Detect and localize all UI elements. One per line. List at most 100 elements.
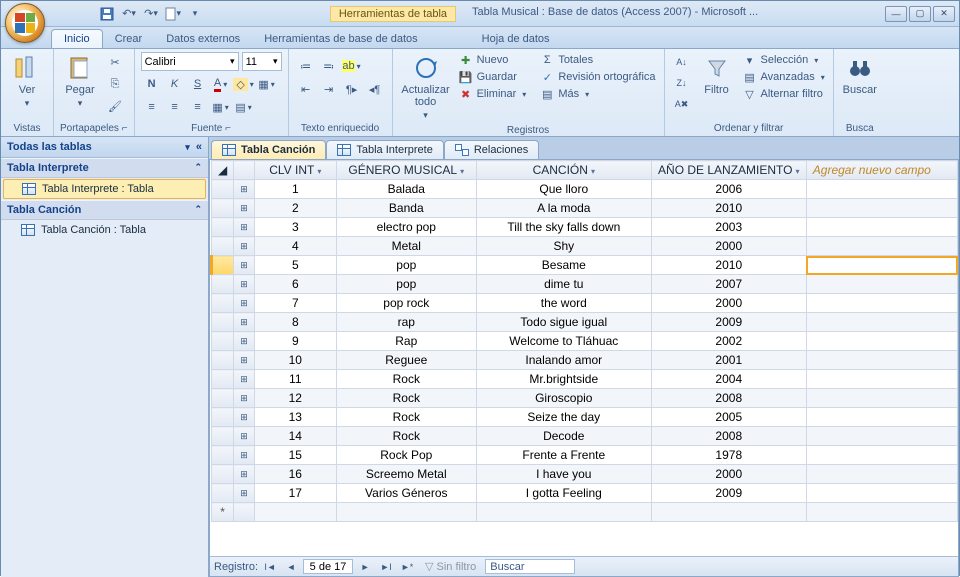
cell-genero[interactable]: Rock	[336, 389, 476, 408]
cell-clv-int[interactable]: 3	[254, 218, 336, 237]
record-position-input[interactable]	[303, 559, 353, 574]
row-header[interactable]	[212, 427, 234, 446]
table-row[interactable]: ⊞7pop rockthe word2000	[212, 294, 958, 313]
expand-button[interactable]: ⊞	[234, 294, 255, 313]
row-header[interactable]	[212, 389, 234, 408]
table-row[interactable]: ⊞1BaladaQue lloro2006	[212, 180, 958, 199]
save-icon[interactable]	[99, 6, 115, 22]
cell-clv-int[interactable]: 17	[254, 484, 336, 503]
delete-record-button[interactable]: ✖Eliminar	[457, 86, 529, 102]
clear-sort-button[interactable]: A✖	[671, 94, 693, 114]
cell-addnew[interactable]	[806, 370, 957, 389]
minimize-button[interactable]: —	[885, 6, 907, 22]
expand-button[interactable]: ⊞	[234, 256, 255, 275]
new-record-button[interactable]: ✚Nuevo	[457, 52, 529, 68]
row-header[interactable]	[212, 484, 234, 503]
cell-cancion[interactable]: the word	[476, 294, 651, 313]
expand-button[interactable]: ⊞	[234, 484, 255, 503]
cell-cancion[interactable]: Decode	[476, 427, 651, 446]
doc-tab-tabla-cancion[interactable]: Tabla Canción	[211, 140, 326, 159]
cell-addnew[interactable]	[806, 180, 957, 199]
decrease-indent-button[interactable]: ⇤	[295, 79, 317, 99]
save-record-button[interactable]: 💾Guardar	[457, 69, 529, 85]
cell-addnew[interactable]	[806, 446, 957, 465]
format-painter-icon[interactable]: 🖌	[104, 96, 126, 116]
expand-button[interactable]: ⊞	[234, 370, 255, 389]
cell-anio[interactable]: 2002	[651, 332, 806, 351]
cell-genero[interactable]: Rock	[336, 370, 476, 389]
table-row[interactable]: ⊞5popBesame2010	[212, 256, 958, 275]
cell-anio[interactable]: 2004	[651, 370, 806, 389]
table-row[interactable]: ⊞4MetalShy2000	[212, 237, 958, 256]
cell-anio[interactable]: 2009	[651, 484, 806, 503]
cell-clv-int[interactable]: 14	[254, 427, 336, 446]
cell-cancion[interactable]: Till the sky falls down	[476, 218, 651, 237]
paste-button[interactable]: Pegar▾	[60, 52, 100, 111]
next-record-button[interactable]: ►	[356, 559, 374, 575]
expand-button[interactable]: ⊞	[234, 408, 255, 427]
table-row[interactable]: ⊞10RegueeInalando amor2001	[212, 351, 958, 370]
cell-cancion[interactable]: Mr.brightside	[476, 370, 651, 389]
cell-cancion[interactable]: I have you	[476, 465, 651, 484]
column-header-genero[interactable]: GÉNERO MUSICAL▾	[336, 161, 476, 180]
row-header[interactable]	[212, 332, 234, 351]
datasheet-grid[interactable]: ◢ CLV INT▾ GÉNERO MUSICAL▾ CANCIÓN▾ AÑO …	[210, 160, 958, 522]
filter-button[interactable]: Filtro	[697, 52, 737, 98]
cell-cancion[interactable]: Giroscopio	[476, 389, 651, 408]
cell-genero[interactable]: Metal	[336, 237, 476, 256]
close-button[interactable]: ✕	[933, 6, 955, 22]
refresh-all-button[interactable]: Actualizar todo▾	[399, 52, 453, 123]
expand-button[interactable]: ⊞	[234, 332, 255, 351]
cell-genero[interactable]: Reguee	[336, 351, 476, 370]
row-header[interactable]	[212, 199, 234, 218]
tab-crear[interactable]: Crear	[103, 30, 155, 48]
tab-herramientas-bd[interactable]: Herramientas de base de datos	[252, 30, 429, 48]
tab-datos-externos[interactable]: Datos externos	[154, 30, 252, 48]
numbering-button[interactable]: ≕	[318, 56, 340, 76]
align-right-button[interactable]: ≡	[187, 97, 209, 117]
cell-anio[interactable]: 2006	[651, 180, 806, 199]
cell-anio[interactable]: 2008	[651, 389, 806, 408]
rtl-button[interactable]: ◂¶	[364, 79, 386, 99]
ltr-button[interactable]: ¶▸	[341, 79, 363, 99]
column-header-cancion[interactable]: CANCIÓN▾	[476, 161, 651, 180]
cell-clv-int[interactable]: 16	[254, 465, 336, 484]
expand-button[interactable]: ⊞	[234, 389, 255, 408]
new-record-nav-button[interactable]: ►*	[398, 559, 416, 575]
row-header[interactable]	[212, 408, 234, 427]
align-left-button[interactable]: ≡	[141, 97, 163, 117]
nav-group-interprete[interactable]: Tabla Interprete⌃	[1, 158, 208, 178]
cell-addnew[interactable]	[806, 256, 957, 275]
cell-clv-int[interactable]: 5	[254, 256, 336, 275]
cell-addnew[interactable]	[806, 218, 957, 237]
cell-anio[interactable]: 2010	[651, 256, 806, 275]
cell-anio[interactable]: 2000	[651, 237, 806, 256]
cell-cancion[interactable]: Shy	[476, 237, 651, 256]
expand-button[interactable]: ⊞	[234, 180, 255, 199]
cell-cancion[interactable]: A la moda	[476, 199, 651, 218]
expand-button[interactable]: ⊞	[234, 237, 255, 256]
italic-button[interactable]: K	[164, 74, 186, 94]
tab-hoja-datos[interactable]: Hoja de datos	[470, 30, 562, 48]
table-row[interactable]: ⊞9RapWelcome to Tláhuac2002	[212, 332, 958, 351]
office-button[interactable]	[5, 3, 45, 43]
cell-genero[interactable]: pop rock	[336, 294, 476, 313]
table-row[interactable]: ⊞12RockGiroscopio2008	[212, 389, 958, 408]
expand-button[interactable]: ⊞	[234, 465, 255, 484]
cell-clv-int[interactable]: 8	[254, 313, 336, 332]
cell-clv-int[interactable]: 6	[254, 275, 336, 294]
font-size-combo[interactable]: 11▾	[242, 52, 282, 71]
add-new-field-column[interactable]: Agregar nuevo campo	[806, 161, 957, 180]
advanced-filter-button[interactable]: ▤Avanzadas	[741, 69, 827, 85]
cell-clv-int[interactable]: 12	[254, 389, 336, 408]
cell-anio[interactable]: 1978	[651, 446, 806, 465]
expand-button[interactable]: ⊞	[234, 313, 255, 332]
undo-icon[interactable]: ↶▾	[121, 6, 137, 22]
selection-filter-button[interactable]: ▾Selección	[741, 52, 827, 68]
cell-clv-int[interactable]: 10	[254, 351, 336, 370]
row-header[interactable]	[212, 351, 234, 370]
table-row[interactable]: ⊞13RockSeize the day2005	[212, 408, 958, 427]
row-header[interactable]	[212, 218, 234, 237]
cell-anio[interactable]: 2000	[651, 294, 806, 313]
cell-anio[interactable]: 2007	[651, 275, 806, 294]
